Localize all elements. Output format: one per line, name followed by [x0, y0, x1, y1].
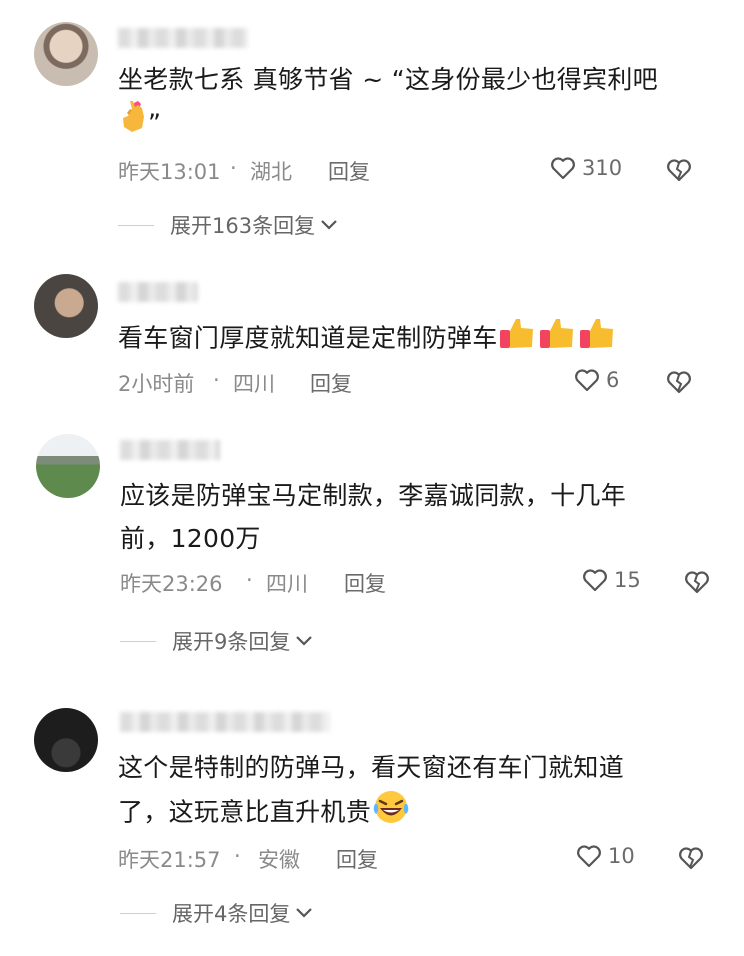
- expand-replies-button[interactable]: 展开4条回复: [120, 898, 314, 928]
- dislike-button[interactable]: [684, 570, 710, 599]
- separator-dot: ·: [246, 568, 253, 592]
- like-count: 10: [608, 844, 635, 868]
- reply-button[interactable]: 回复: [344, 568, 386, 598]
- broken-heart-icon: [667, 371, 691, 394]
- dislike-button[interactable]: [678, 846, 704, 875]
- comment-meta: 昨天23:26 · 四川 回复 15: [120, 568, 709, 600]
- like-button[interactable]: 10: [576, 844, 635, 868]
- divider-line: [120, 640, 156, 642]
- comment-meta: 昨天21:57 · 安徽 回复 10: [118, 844, 704, 876]
- divider-line: [118, 224, 154, 226]
- comment-time: 昨天21:57: [118, 848, 221, 872]
- chevron-down-icon: [296, 636, 313, 646]
- separator-dot: ·: [213, 368, 220, 392]
- comment-text: 应该是防弹宝马定制款，李嘉诚同款，十几年 前，1200万: [120, 481, 627, 553]
- heart-icon: [551, 157, 575, 180]
- username[interactable]: [118, 282, 198, 302]
- expand-replies-button[interactable]: 展开163条回复: [118, 210, 339, 240]
- expand-replies-button[interactable]: 展开9条回复: [120, 626, 314, 656]
- broken-heart-icon: [667, 159, 691, 182]
- comment-meta: 昨天13:01 · 湖北 回复 310: [118, 156, 704, 188]
- broken-heart-icon: [679, 847, 703, 870]
- comment-location: 安徽: [258, 848, 300, 872]
- heart-icon: [583, 569, 607, 592]
- expand-replies-label: 展开163条回复: [170, 214, 316, 238]
- comment-location: 四川: [266, 572, 308, 596]
- separator-dot: ·: [234, 844, 241, 868]
- comment-text: 看车窗门厚度就知道是定制防弹车: [118, 314, 708, 365]
- like-count: 310: [582, 156, 623, 180]
- like-count: 6: [606, 368, 620, 392]
- reply-button[interactable]: 回复: [336, 844, 378, 874]
- divider-line: [120, 912, 156, 914]
- comment-text: 坐老款七系 真够节省 ~ “这身份最少也得宾利吧 ”: [118, 58, 708, 148]
- separator-dot: ·: [230, 156, 237, 180]
- heart-icon: [575, 369, 599, 392]
- reply-button[interactable]: 回复: [310, 368, 352, 398]
- like-count: 15: [614, 568, 641, 592]
- comment-location: 四川: [233, 372, 275, 396]
- comment-location: 湖北: [250, 160, 292, 184]
- like-button[interactable]: 310: [550, 156, 622, 180]
- comment-time: 昨天13:01: [118, 160, 221, 184]
- finger-heart-emoji-icon: [118, 101, 148, 148]
- dislike-button[interactable]: [666, 370, 692, 399]
- chevron-down-icon: [321, 220, 337, 230]
- avatar[interactable]: [34, 708, 98, 772]
- username[interactable]: [120, 440, 220, 460]
- avatar[interactable]: [34, 22, 98, 86]
- username[interactable]: [118, 28, 248, 48]
- comment-meta: 2小时前 · 四川 回复 6: [118, 368, 704, 400]
- like-button[interactable]: 6: [574, 368, 619, 392]
- heart-icon: [577, 845, 601, 868]
- comment-time: 昨天23:26: [120, 572, 223, 596]
- dislike-button[interactable]: [666, 158, 692, 187]
- expand-replies-label: 展开4条回复: [172, 902, 291, 926]
- chevron-down-icon: [296, 908, 313, 918]
- avatar[interactable]: [34, 274, 98, 338]
- broken-heart-icon: [685, 571, 709, 594]
- avatar[interactable]: [36, 434, 100, 498]
- laughing-crying-emoji-icon: [371, 789, 411, 838]
- comment-text: 这个是特制的防弹马，看天窗还有车门就知道 了，这玩意比直升机贵: [118, 746, 708, 838]
- reply-button[interactable]: 回复: [328, 156, 370, 186]
- expand-replies-label: 展开9条回复: [172, 630, 291, 654]
- thumbs-up-emoji-icon: [498, 314, 624, 365]
- username[interactable]: [120, 712, 330, 732]
- like-button[interactable]: 15: [582, 568, 641, 592]
- comment-time: 2小时前: [118, 372, 195, 396]
